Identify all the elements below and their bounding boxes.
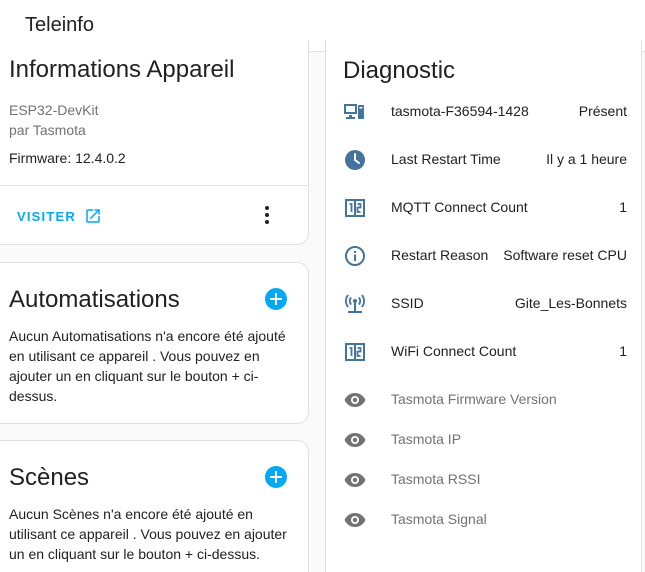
device-info-card: Informations Appareil ESP32-DevKit par T… bbox=[0, 40, 309, 245]
diagnostic-row-name: WiFi Connect Count bbox=[391, 343, 517, 359]
diagnostic-row-tasmota-rssi[interactable]: Tasmota RSSI bbox=[326, 468, 641, 492]
diagnostic-row-name: Last Restart Time bbox=[391, 151, 501, 167]
counter-icon bbox=[345, 343, 365, 361]
eye-icon bbox=[344, 473, 366, 487]
open-in-new-icon bbox=[86, 209, 100, 223]
device-firmware: Firmware: 12.4.0.2 bbox=[9, 150, 126, 166]
scenes-empty-text: Aucun Scènes n'a encore été ajouté en ut… bbox=[9, 506, 287, 562]
diagnostic-row-ssid[interactable]: SSID Gite_Les-Bonnets bbox=[326, 292, 641, 316]
diagnostic-row-mqtt-count[interactable]: MQTT Connect Count 1 bbox=[326, 196, 641, 220]
scenes-card: Scènes Aucun Scènes n'a encore été ajout… bbox=[0, 440, 309, 572]
diagnostic-row-last-restart[interactable]: Last Restart Time Il y a 1 heure bbox=[326, 148, 641, 172]
add-automation-button[interactable] bbox=[265, 288, 287, 310]
more-options-icon[interactable] bbox=[255, 203, 279, 227]
diagnostic-row-value: 1 bbox=[619, 343, 627, 359]
visit-link[interactable]: VISITER bbox=[17, 207, 102, 225]
automations-title: Automatisations bbox=[9, 286, 180, 313]
diagnostic-row-value: Gite_Les-Bonnets bbox=[514, 295, 627, 311]
eye-icon bbox=[344, 393, 366, 407]
info-icon bbox=[345, 246, 365, 266]
diagnostic-row-value: Software reset CPU bbox=[503, 247, 627, 263]
diagnostic-row-tasmota-ip[interactable]: Tasmota IP bbox=[326, 428, 641, 452]
monitor-device-icon bbox=[344, 104, 364, 119]
diagnostic-row-name: SSID bbox=[391, 295, 424, 311]
clock-icon bbox=[345, 150, 365, 170]
diagnostic-row-name: Tasmota IP bbox=[391, 431, 462, 447]
scenes-title: Scènes bbox=[9, 464, 90, 491]
diagnostic-card: Diagnostic tasmota-F36594-1428 Présent L… bbox=[325, 40, 642, 572]
plus-icon bbox=[270, 471, 282, 483]
eye-icon bbox=[344, 433, 366, 447]
diagnostic-row-tasmota-signal[interactable]: Tasmota Signal bbox=[326, 508, 641, 532]
diagnostic-row-restart-reason[interactable]: Restart Reason Software reset CPU bbox=[326, 244, 641, 268]
diagnostic-row-value: Présent bbox=[578, 103, 627, 119]
device-model: ESP32-DevKit bbox=[9, 102, 99, 118]
divider bbox=[0, 185, 308, 186]
device-manufacturer: par Tasmota bbox=[9, 122, 86, 138]
eye-icon bbox=[344, 513, 366, 527]
diagnostic-row-name: Restart Reason bbox=[391, 247, 489, 263]
diagnostic-row-name: Tasmota Firmware Version bbox=[391, 391, 557, 407]
wifi-antenna-icon bbox=[345, 294, 365, 313]
diagnostic-row-device[interactable]: tasmota-F36594-1428 Présent bbox=[326, 100, 641, 124]
diagnostic-row-wifi-count[interactable]: WiFi Connect Count 1 bbox=[326, 340, 641, 364]
plus-icon bbox=[270, 293, 282, 305]
diagnostic-row-name: MQTT Connect Count bbox=[391, 199, 528, 215]
diagnostic-row-name: Tasmota RSSI bbox=[391, 471, 481, 487]
diagnostic-row-value: Il y a 1 heure bbox=[546, 151, 627, 167]
counter-icon bbox=[345, 199, 365, 217]
diagnostic-row-value: 1 bbox=[619, 199, 627, 215]
diagnostic-row-name: Tasmota Signal bbox=[391, 511, 487, 527]
page-title: Teleinfo bbox=[25, 14, 94, 36]
device-info-title: Informations Appareil bbox=[9, 56, 235, 83]
add-scene-button[interactable] bbox=[265, 466, 287, 488]
automations-card: Automatisations Aucun Automatisations n'… bbox=[0, 262, 309, 424]
diagnostic-title: Diagnostic bbox=[343, 57, 456, 84]
diagnostic-row-name: tasmota-F36594-1428 bbox=[391, 103, 529, 119]
diagnostic-row-firmware-version[interactable]: Tasmota Firmware Version bbox=[326, 388, 641, 412]
automations-empty-text: Aucun Automatisations n'a encore été ajo… bbox=[9, 328, 286, 404]
visit-label: VISITER bbox=[17, 208, 76, 224]
